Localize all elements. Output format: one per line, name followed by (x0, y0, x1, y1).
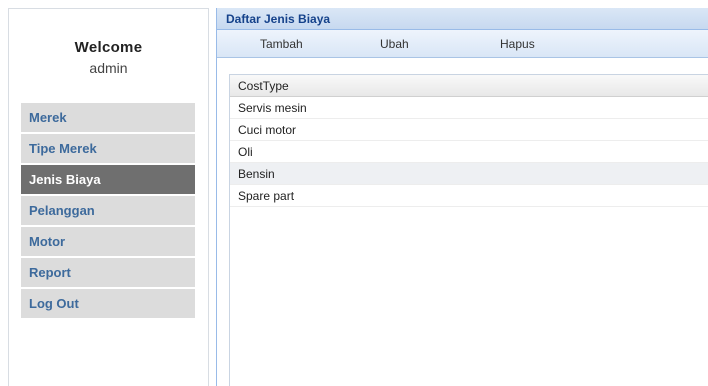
sidebar-item-merek[interactable]: Merek (21, 103, 195, 132)
sidebar-item-tipe-merek[interactable]: Tipe Merek (21, 134, 195, 163)
table-row[interactable]: Spare part (230, 185, 708, 207)
sidebar-item-log-out[interactable]: Log Out (21, 289, 195, 318)
panel-body: CostType Servis mesin Cuci motor Oli Ben… (217, 58, 708, 386)
table-row[interactable]: Cuci motor (230, 119, 708, 141)
panel-title: Daftar Jenis Biaya (217, 8, 708, 30)
add-button[interactable]: Tambah (260, 37, 303, 51)
sidebar: Welcome admin Merek Tipe Merek Jenis Bia… (8, 8, 209, 386)
cost-type-panel: Daftar Jenis Biaya Tambah Ubah Hapus Cos… (216, 8, 708, 386)
sidebar-item-report[interactable]: Report (21, 258, 195, 287)
username-label: admin (89, 60, 128, 76)
table-row[interactable]: Oli (230, 141, 708, 163)
sidebar-item-jenis-biaya[interactable]: Jenis Biaya (21, 165, 195, 194)
cost-type-grid: CostType Servis mesin Cuci motor Oli Ben… (229, 74, 708, 386)
sidebar-item-motor[interactable]: Motor (21, 227, 195, 256)
app-root: Welcome admin Merek Tipe Merek Jenis Bia… (0, 0, 708, 386)
welcome-heading: Welcome (74, 39, 143, 56)
sidebar-menu: Merek Tipe Merek Jenis Biaya Pelanggan M… (21, 103, 195, 320)
table-row[interactable]: Bensin (230, 163, 708, 185)
delete-button[interactable]: Hapus (500, 37, 535, 51)
panel-toolbar: Tambah Ubah Hapus (217, 30, 708, 58)
edit-button[interactable]: Ubah (380, 37, 409, 51)
grid-column-header[interactable]: CostType (230, 75, 708, 97)
sidebar-item-pelanggan[interactable]: Pelanggan (21, 196, 195, 225)
table-row[interactable]: Servis mesin (230, 97, 708, 119)
